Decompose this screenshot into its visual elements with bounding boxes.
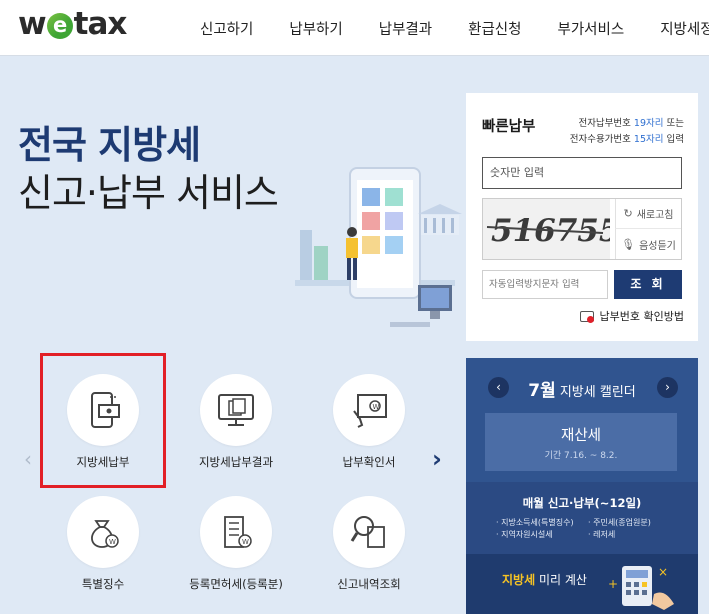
monitor-documents-icon	[218, 394, 254, 426]
hero-title-line2: 신고·납부 서비스	[18, 171, 279, 215]
nav-refund[interactable]: 환급신청	[468, 18, 521, 39]
main-nav: 신고하기 납부하기 납부결과 환급신청 부가서비스 지방세정	[200, 0, 709, 56]
svg-text:W: W	[242, 538, 249, 546]
magnifier-document-icon	[350, 516, 385, 548]
lookup-button[interactable]: 조 회	[614, 270, 682, 299]
payment-number-guide-link[interactable]: 납부번호 확인방법	[579, 308, 684, 324]
tax-precalc-banner[interactable]: 지방세 미리 계산 + ×	[466, 554, 698, 614]
refresh-icon: ↻	[623, 207, 633, 220]
service-special-collection[interactable]: W 특별징수	[48, 496, 158, 606]
highlight-box	[40, 353, 166, 488]
service-payment-certificate[interactable]: W 납부확인서	[314, 374, 424, 484]
hero-title-line1: 전국 지방세	[18, 123, 201, 167]
money-bag-icon: W	[91, 520, 119, 548]
calendar-header: 7월 지방세 캘린더	[528, 381, 636, 401]
site-header: w e tax 신고하기 납부하기 납부결과 환급신청 부가서비스 지방세정	[0, 0, 709, 56]
services-prev-arrow[interactable]: ‹	[24, 447, 32, 471]
quick-pay-description: 전자납부번호 19자리 또는 전자수용가번호 15자리 입력	[569, 118, 684, 145]
payment-number-input[interactable]: 숫자만 입력	[482, 157, 682, 189]
service-registration-license-tax[interactable]: W 등록면허세(등록분)	[181, 496, 291, 606]
svg-text:W: W	[373, 403, 380, 411]
quick-pay-title: 빠른납부	[482, 119, 536, 135]
quick-pay-panel: 빠른납부 전자납부번호 19자리 또는 전자수용가번호 15자리 입력 숫자만 …	[466, 93, 698, 341]
service-report-history[interactable]: 신고내역조회	[314, 496, 424, 606]
calendar-item: · 레저세	[588, 530, 616, 539]
microphone-icon: 🎙	[621, 237, 636, 251]
nav-pay[interactable]: 납부하기	[289, 18, 342, 39]
building-icon: W	[224, 516, 252, 548]
captcha-refresh-button[interactable]: ↻ 새로고침	[615, 199, 681, 229]
services-next-arrow[interactable]: ›	[432, 445, 442, 473]
receipt-icon: W	[353, 394, 387, 428]
calendar-tax-card[interactable]: 재산세 기간 7.16. ~ 8.2.	[485, 413, 677, 471]
service-local-tax-pay-result[interactable]: 지방세납부결과	[181, 374, 291, 484]
captcha-box: 516755 ↻ 새로고침 🎙 음성듣기	[482, 198, 682, 260]
calendar-item: · 주민세(종업원분)	[588, 518, 651, 527]
calendar-item: · 지역자원시설세	[496, 530, 553, 539]
svg-text:×: ×	[658, 565, 668, 579]
svg-text:W: W	[109, 538, 116, 546]
captcha-code-input[interactable]: 자동입력방지문자 입력	[482, 270, 608, 299]
calculator-icon: + ×	[608, 565, 674, 610]
hero-illustration	[295, 167, 462, 327]
calendar-item: · 지방소득세(특별징수)	[496, 518, 574, 527]
nav-extra-services[interactable]: 부가서비스	[558, 18, 625, 39]
captcha-audio-button[interactable]: 🎙 음성듣기	[615, 229, 681, 259]
calendar-monthly-items: · 지방소득세(특별징수) · 주민세(종업원분) · 지역자원시설세 · 레저…	[496, 517, 681, 541]
local-tax-calendar: ‹ › 7월 지방세 캘린더 재산세 기간 7.16. ~ 8.2. 매월 신고…	[466, 358, 698, 614]
captcha-image: 516755	[483, 199, 620, 259]
wetax-logo[interactable]: w e tax	[18, 6, 127, 42]
calendar-monthly-title: 매월 신고·납부(~12일)	[522, 496, 642, 510]
nav-local-tax-info[interactable]: 지방세정	[660, 18, 709, 39]
card-alert-icon	[579, 310, 594, 323]
nav-report[interactable]: 신고하기	[200, 18, 253, 39]
svg-text:+: +	[608, 577, 618, 591]
nav-pay-result[interactable]: 납부결과	[379, 18, 432, 39]
